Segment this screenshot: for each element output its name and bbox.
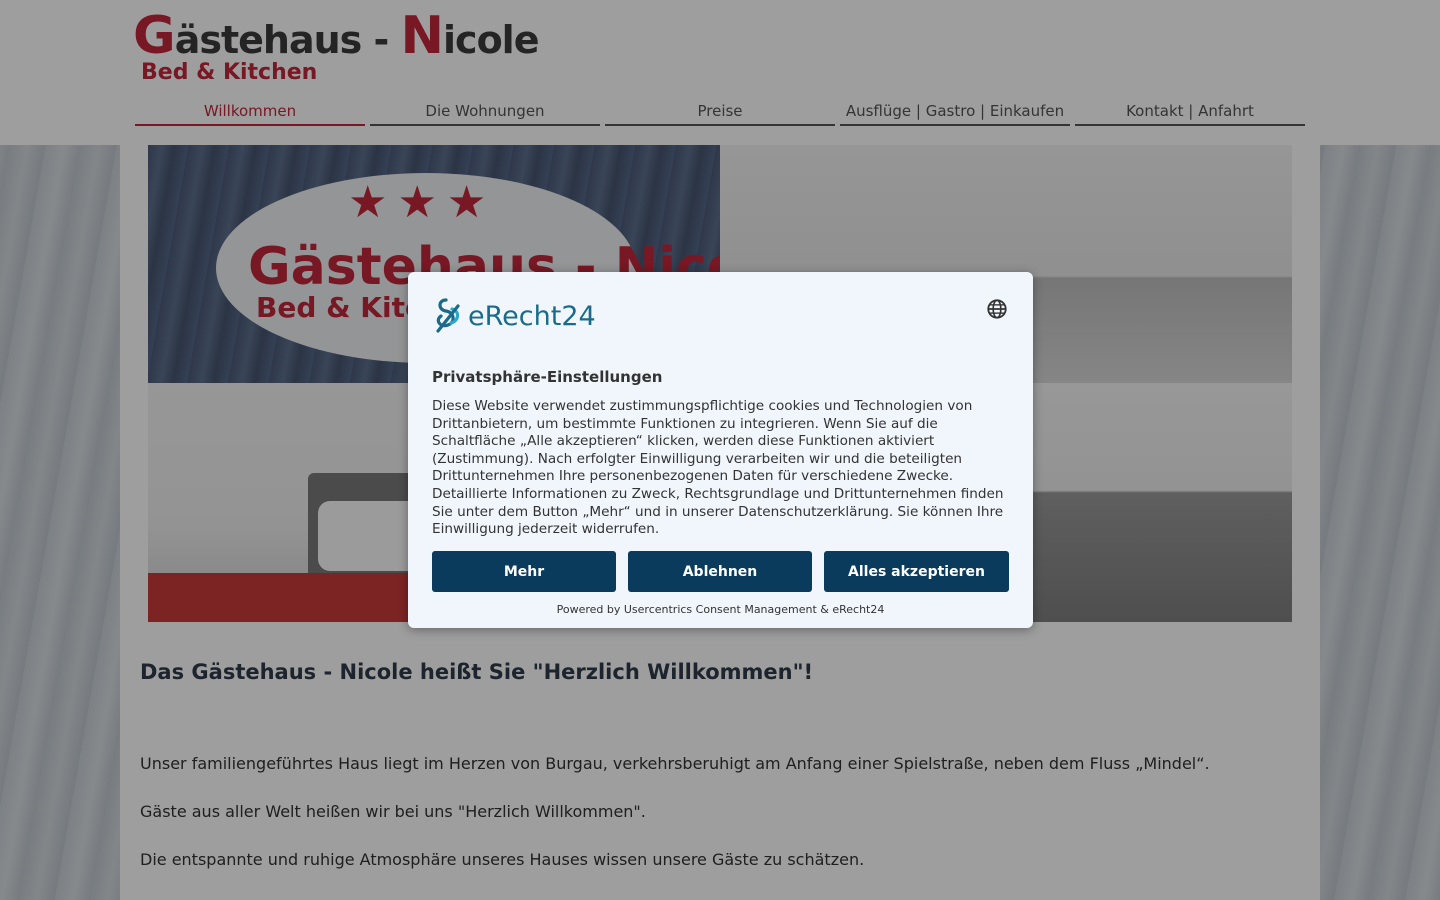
decline-button[interactable]: Ablehnen xyxy=(628,551,812,592)
brand-name: eRecht24 xyxy=(468,300,596,332)
more-button[interactable]: Mehr xyxy=(432,551,616,592)
erecht24-logo-icon xyxy=(436,298,460,333)
consent-title: Privatsphäre-Einstellungen xyxy=(432,368,663,386)
consent-text: Diese Website verwendet zustimmungspflic… xyxy=(432,398,1004,538)
accept-all-button[interactable]: Alles akzeptieren xyxy=(824,551,1009,592)
consent-brand: eRecht24 xyxy=(432,296,596,336)
powered-by-text[interactable]: Powered by Usercentrics Consent Manageme… xyxy=(408,603,1033,616)
consent-dialog: eRecht24 Privatsphäre-Einstellungen Dies… xyxy=(408,272,1033,628)
globe-icon[interactable] xyxy=(986,298,1008,320)
